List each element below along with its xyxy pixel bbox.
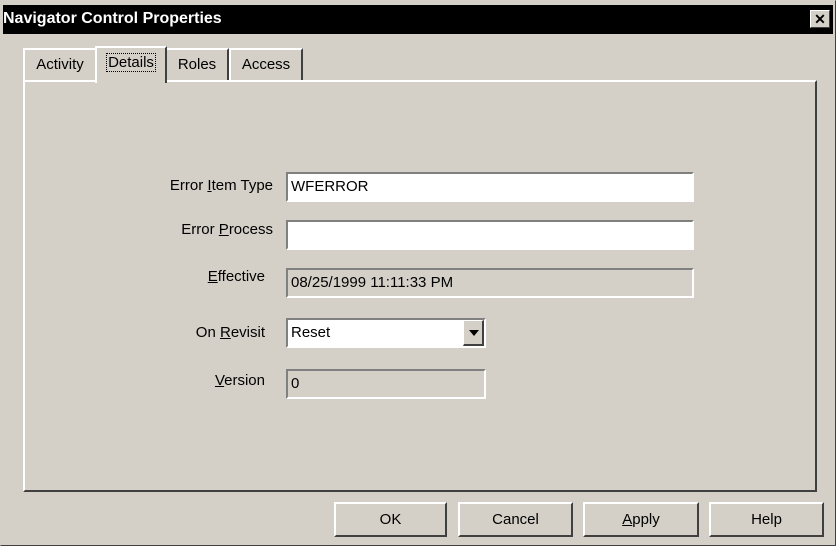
effective-value: 08/25/1999 11:11:33 PM — [291, 274, 454, 291]
details-panel: Error Item Type WFERROR Error Process Ef… — [23, 80, 817, 492]
tab-details[interactable]: Details — [95, 46, 167, 83]
error-process-label: Error Process — [181, 221, 273, 238]
on-revisit-label: On Revisit — [195, 324, 265, 341]
tab-label-details: Details — [106, 53, 156, 72]
chevron-down-icon[interactable] — [463, 320, 484, 346]
cancel-label: Cancel — [492, 511, 539, 528]
ok-label: OK — [379, 511, 402, 528]
tab-access[interactable]: Access — [229, 48, 303, 81]
version-value: 0 — [291, 375, 300, 392]
close-icon: ✕ — [814, 11, 826, 27]
version-field: 0 — [286, 369, 486, 399]
error-process-field[interactable] — [286, 220, 694, 250]
on-revisit-dropdown[interactable]: Reset — [286, 318, 486, 348]
properties-dialog: Navigator Control Properties ✕ Activity … — [0, 0, 836, 546]
on-revisit-value: Reset — [291, 324, 331, 341]
help-label: Help — [751, 511, 782, 528]
tab-activity[interactable]: Activity — [23, 48, 97, 81]
version-label: Version — [214, 372, 265, 389]
tab-label-roles: Roles — [177, 56, 217, 73]
error-item-type-label: Error Item Type — [169, 177, 273, 194]
error-item-type-value: WFERROR — [291, 178, 369, 195]
title-bar[interactable]: Navigator Control Properties ✕ — [3, 5, 833, 34]
tab-roles[interactable]: Roles — [165, 48, 229, 81]
close-button[interactable]: ✕ — [810, 10, 830, 28]
apply-label: Apply — [622, 511, 660, 528]
error-item-type-field[interactable]: WFERROR — [286, 172, 694, 202]
help-button[interactable]: Help — [709, 502, 824, 537]
effective-field: 08/25/1999 11:11:33 PM — [286, 268, 694, 298]
apply-button[interactable]: Apply — [583, 502, 699, 537]
dialog-title: Navigator Control Properties — [3, 10, 222, 27]
effective-label: Effective — [207, 268, 265, 285]
ok-button[interactable]: OK — [334, 502, 447, 537]
tab-label-activity: Activity — [36, 56, 84, 73]
cancel-button[interactable]: Cancel — [458, 502, 573, 537]
tab-label-access: Access — [241, 56, 291, 73]
